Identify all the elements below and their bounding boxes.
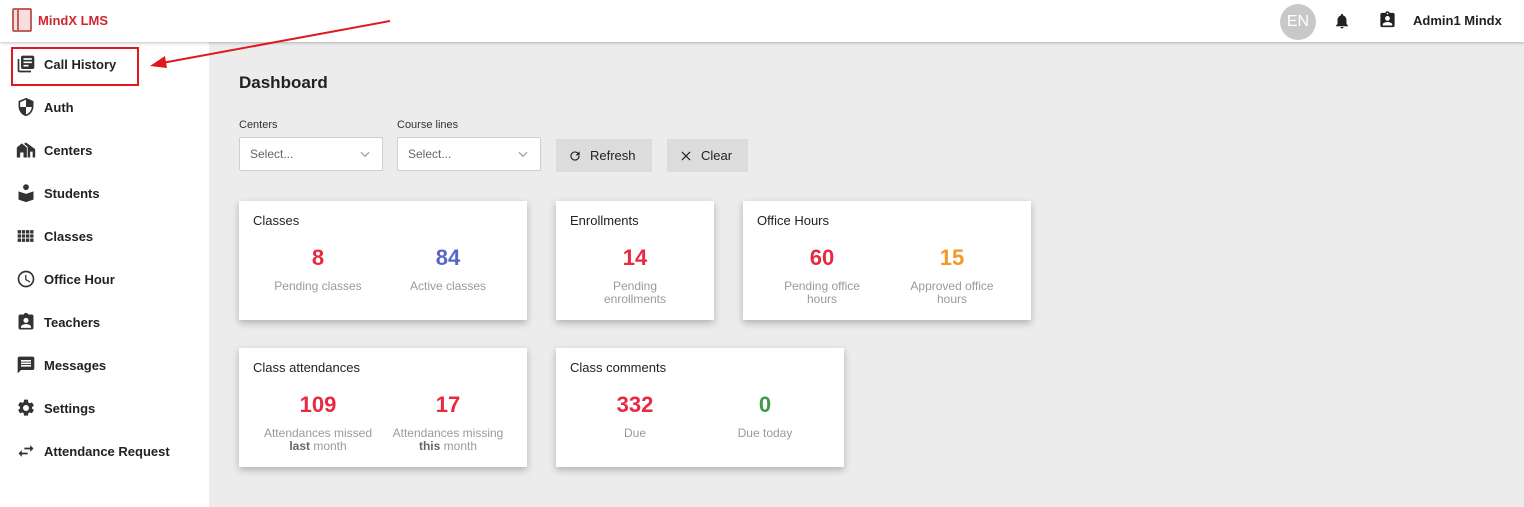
stat-value: 14 xyxy=(622,245,648,270)
course-lines-select[interactable]: Select... xyxy=(397,137,541,171)
sidebar-item-office-hour[interactable]: Office Hour xyxy=(16,267,115,291)
bell-icon[interactable] xyxy=(1333,11,1351,31)
stat-value: 332 xyxy=(616,392,654,417)
buildings-icon xyxy=(16,142,36,158)
attendances-missing-this-month-stat[interactable]: 17 Attendances missing this month xyxy=(388,392,508,453)
course-lines-select-placeholder: Select... xyxy=(408,147,452,161)
sidebar-item-attendance-request[interactable]: Attendance Request xyxy=(16,439,170,463)
sidebar: Call History Auth Centers Students Class… xyxy=(0,42,209,507)
office-hours-card[interactable]: Office Hours 60 Pending office hours 15 … xyxy=(743,201,1031,320)
card-title: Enrollments xyxy=(570,213,639,228)
chevron-down-icon xyxy=(518,151,528,158)
clear-button[interactable]: Clear xyxy=(667,139,748,172)
stat-value: 15 xyxy=(939,245,965,270)
swap-icon xyxy=(18,445,34,457)
comments-due-today-stat[interactable]: 0 Due today xyxy=(705,392,825,440)
centers-label: Centers xyxy=(239,119,278,131)
language-avatar[interactable]: EN xyxy=(1280,4,1316,40)
sidebar-item-label: Teachers xyxy=(44,314,101,330)
clear-button-label: Clear xyxy=(701,148,733,163)
stat-label: Pending enrollments xyxy=(603,279,667,306)
sidebar-item-students[interactable]: Students xyxy=(16,181,100,205)
user-name[interactable]: Admin1 Mindx xyxy=(1413,13,1502,28)
close-icon xyxy=(681,151,691,160)
sidebar-item-centers[interactable]: Centers xyxy=(16,138,92,162)
stat-value: 60 xyxy=(809,245,835,270)
stat-label: Due today xyxy=(737,426,793,440)
attendances-missed-last-month-stat[interactable]: 109 Attendances missed last month xyxy=(258,392,378,453)
pending-office-hours-stat[interactable]: 60 Pending office hours xyxy=(762,245,882,306)
card-title: Class attendances xyxy=(253,360,360,375)
card-title: Office Hours xyxy=(757,213,830,228)
annotation-highlight-box xyxy=(11,47,139,86)
shield-icon xyxy=(18,97,34,117)
sidebar-item-classes[interactable]: Classes xyxy=(16,224,93,248)
pending-classes-stat[interactable]: 8 Pending classes xyxy=(258,245,378,293)
sidebar-item-label: Settings xyxy=(44,400,96,416)
stat-value: 84 xyxy=(435,245,461,270)
stat-value: 8 xyxy=(311,245,325,270)
stat-label: Due xyxy=(623,426,646,440)
sidebar-item-label: Messages xyxy=(44,357,107,373)
annotation-arrow xyxy=(150,20,391,68)
app-logo[interactable]: MindX LMS xyxy=(12,8,108,32)
grid-icon xyxy=(17,230,34,242)
clock-icon xyxy=(17,270,35,288)
sidebar-item-label: Attendance Request xyxy=(44,443,170,459)
page-title: Dashboard xyxy=(239,73,328,92)
course-lines-label: Course lines xyxy=(397,119,459,131)
sidebar-item-label: Centers xyxy=(44,142,93,158)
refresh-button-label: Refresh xyxy=(590,148,636,163)
stat-label: Attendances missing this month xyxy=(392,426,504,453)
sidebar-item-label: Classes xyxy=(44,228,94,244)
stat-value: 0 xyxy=(758,392,772,417)
chevron-down-icon xyxy=(360,151,370,158)
stat-label: Pending office hours xyxy=(784,279,860,306)
sidebar-item-teachers[interactable]: Teachers xyxy=(16,310,100,334)
sidebar-item-auth[interactable]: Auth xyxy=(16,95,74,119)
sidebar-item-settings[interactable]: Settings xyxy=(16,396,95,420)
account-box-icon[interactable] xyxy=(1378,10,1397,30)
stat-value: 109 xyxy=(299,392,337,417)
sidebar-item-label: Auth xyxy=(44,99,74,115)
stat-value: 17 xyxy=(435,392,461,417)
stat-label: Pending classes xyxy=(274,279,362,293)
centers-select[interactable]: Select... xyxy=(239,137,383,171)
stat-label: Approved office hours xyxy=(910,279,994,306)
approved-office-hours-stat[interactable]: 15 Approved office hours xyxy=(892,245,1012,306)
student-icon xyxy=(18,184,34,203)
refresh-button[interactable]: Refresh xyxy=(556,139,652,172)
sidebar-item-label: Students xyxy=(44,185,100,201)
gear-icon xyxy=(18,399,34,416)
refresh-icon xyxy=(570,150,580,161)
enrollments-card[interactable]: Enrollments 14 Pending enrollments xyxy=(556,201,714,320)
class-comments-card[interactable]: Class comments 332 Due 0 Due today xyxy=(556,348,844,467)
badge-icon xyxy=(18,312,34,330)
pending-enrollments-stat[interactable]: 14 Pending enrollments xyxy=(575,245,695,306)
class-attendances-card[interactable]: Class attendances 109 Attendances missed… xyxy=(239,348,527,467)
classes-card[interactable]: Classes 8 Pending classes 84 Active clas… xyxy=(239,201,527,320)
centers-select-placeholder: Select... xyxy=(250,147,294,161)
card-title: Classes xyxy=(253,213,300,228)
sidebar-item-messages[interactable]: Messages xyxy=(16,353,106,377)
active-classes-stat[interactable]: 84 Active classes xyxy=(388,245,508,293)
card-title: Class comments xyxy=(570,360,667,375)
book-logo-icon xyxy=(12,8,32,32)
comments-due-stat[interactable]: 332 Due xyxy=(575,392,695,440)
stat-label: Attendances missed last month xyxy=(263,426,373,453)
sidebar-item-label: Office Hour xyxy=(44,271,115,287)
stat-label: Active classes xyxy=(409,279,487,293)
app-logo-text: MindX LMS xyxy=(38,12,109,28)
message-icon xyxy=(17,356,35,374)
